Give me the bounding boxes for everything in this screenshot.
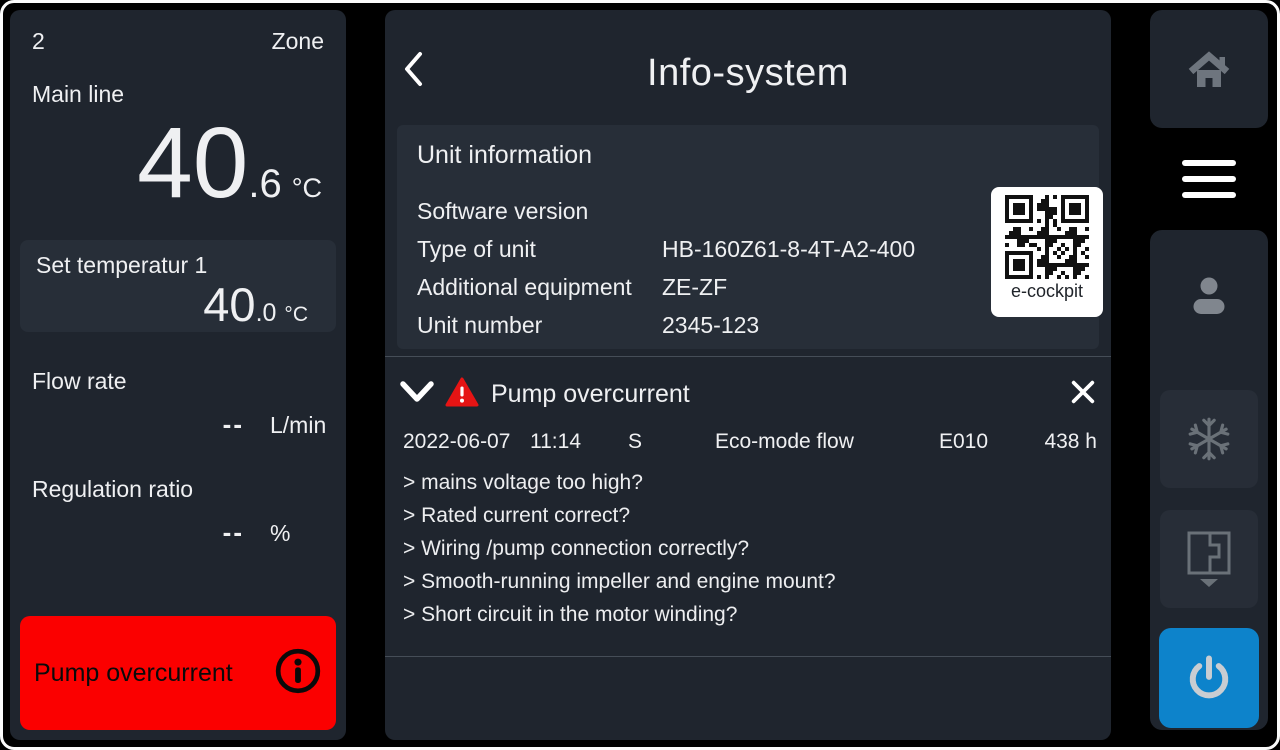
main-line-value-int: 40 [137, 104, 248, 222]
info-row-type-of-unit: Type of unit HB-160Z61-8-4T-A2-400 [417, 230, 1079, 268]
alarm-meta-row: 2022-06-07 11:14 S Eco-mode flow E010 43… [399, 430, 1097, 454]
alarm-detail-header: Pump overcurrent [399, 372, 1097, 416]
menu-icon [1182, 160, 1236, 166]
unit-information-heading: Unit information [417, 141, 1079, 170]
sidebar-home-block [1150, 10, 1268, 128]
alarm-title: Pump overcurrent [491, 380, 1063, 409]
zone-number: 2 [32, 28, 45, 55]
alarm-class: S [628, 430, 715, 454]
divider [385, 656, 1111, 657]
qr-card[interactable]: e-cockpit [991, 187, 1103, 317]
alarm-banner[interactable]: Pump overcurrent [20, 616, 336, 730]
main-line-unit: °C [292, 173, 322, 204]
checklist-item: > mains voltage too high? [403, 466, 1097, 499]
checklist-item: > Rated current correct? [403, 499, 1097, 532]
hmi-screen: 2 Zone Main line 40 .6 °C Set temperatur… [0, 0, 1280, 750]
main-line-value-dec: .6 [248, 162, 281, 207]
set-temperature-card[interactable]: Set temperatur 1 40 .0 °C [20, 240, 336, 332]
row-label: Type of unit [417, 236, 662, 263]
flow-rate-label: Flow rate [10, 332, 346, 395]
unit-information-card: Unit information Software version Type o… [397, 125, 1099, 349]
power-icon [1183, 652, 1235, 704]
sidebar-main-block [1150, 230, 1268, 730]
close-icon [1069, 378, 1097, 406]
set-temp-int: 40 [203, 277, 255, 332]
flow-rate-value: -- [223, 409, 244, 440]
regulation-ratio-label: Regulation ratio [10, 440, 346, 503]
home-button[interactable] [1150, 10, 1268, 128]
regulation-ratio-unit: % [270, 520, 336, 547]
row-label: Unit number [417, 312, 662, 339]
mold-icon [1186, 530, 1232, 588]
checklist-item: > Smooth-running impeller and engine mou… [403, 565, 1097, 598]
power-button[interactable] [1159, 628, 1259, 728]
chevron-left-icon [401, 50, 425, 88]
qr-code-icon [1005, 195, 1089, 279]
zone-header: 2 Zone [10, 10, 346, 55]
alarm-date: 2022-06-07 [403, 430, 530, 454]
row-label: Additional equipment [417, 274, 662, 301]
set-temperature-value: 40 .0 °C [36, 277, 320, 332]
main-line-temperature: 40 .6 °C [10, 104, 346, 222]
user-icon [1189, 275, 1229, 317]
zone-label: Zone [272, 28, 324, 55]
user-button[interactable] [1150, 250, 1268, 342]
flow-rate-row: -- L/min [10, 409, 346, 440]
info-row-unit-number: Unit number 2345-123 [417, 306, 1079, 344]
chevron-down-icon [399, 378, 435, 405]
zone-panel: 2 Zone Main line 40 .6 °C Set temperatur… [10, 10, 346, 740]
info-row-software-version: Software version [417, 192, 1079, 230]
back-button[interactable] [401, 50, 435, 90]
cooling-button[interactable] [1160, 390, 1258, 488]
divider [385, 356, 1111, 357]
close-button[interactable] [1063, 378, 1097, 411]
alarm-time: 11:14 [530, 430, 628, 454]
checklist-item: > Short circuit in the motor winding? [403, 598, 1097, 631]
checklist-item: > Wiring /pump connection correctly? [403, 532, 1097, 565]
alarm-detail-section: Pump overcurrent 2022-06-07 11:14 S Eco-… [399, 372, 1097, 631]
page-title: Info-system [385, 52, 1111, 95]
qr-caption: e-cockpit [991, 281, 1103, 302]
alarm-mode: Eco-mode flow [715, 430, 939, 454]
menu-button-active[interactable] [1150, 128, 1268, 230]
alarm-checklist: > mains voltage too high? > Rated curren… [399, 466, 1097, 631]
info-row-additional-equipment: Additional equipment ZE-ZF [417, 268, 1079, 306]
info-system-panel: Info-system Unit information Software ve… [385, 10, 1111, 740]
mold-button[interactable] [1160, 510, 1258, 608]
info-icon[interactable] [274, 647, 322, 700]
snowflake-icon [1184, 414, 1234, 464]
regulation-ratio-value: -- [223, 517, 244, 548]
alarm-error-code: E010 [939, 430, 1041, 454]
alarm-operating-hours: 438 h [1041, 430, 1097, 454]
alarm-banner-label: Pump overcurrent [34, 659, 233, 688]
collapse-button[interactable] [399, 378, 439, 410]
set-temp-unit: °C [284, 303, 308, 327]
set-temperature-label: Set temperatur 1 [36, 252, 320, 279]
home-icon [1186, 48, 1232, 90]
warning-icon [445, 376, 481, 413]
sidebar [1150, 10, 1268, 730]
set-temp-dec: .0 [256, 299, 277, 328]
row-label: Software version [417, 198, 662, 225]
flow-rate-unit: L/min [270, 412, 336, 439]
main-line-label: Main line [10, 55, 346, 108]
regulation-ratio-row: -- % [10, 517, 346, 548]
